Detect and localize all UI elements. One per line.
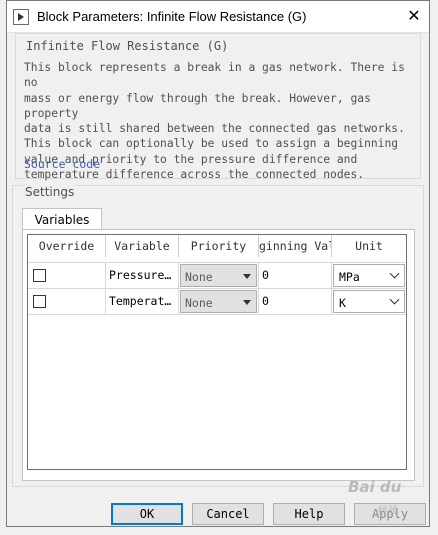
beginning-value: 0 bbox=[262, 294, 269, 308]
override-cell bbox=[28, 263, 106, 288]
variables-table: Override Variable Priority ginning Val U… bbox=[27, 234, 407, 470]
help-button[interactable]: Help bbox=[273, 503, 345, 525]
priority-cell: None bbox=[179, 263, 259, 288]
triangle-down-icon bbox=[243, 274, 251, 279]
chevron-down-icon bbox=[389, 294, 400, 305]
column-header-unit[interactable]: Unit bbox=[332, 235, 406, 257]
variables-panel: Override Variable Priority ginning Val U… bbox=[22, 229, 415, 481]
variable-cell[interactable]: Pressure… bbox=[106, 263, 179, 288]
settings-label: Settings bbox=[23, 185, 77, 199]
description-panel: Infinite Flow Resistance (G) This block … bbox=[15, 33, 421, 181]
table-row: Temperat… None 0 K bbox=[28, 288, 406, 314]
block-name-heading: Infinite Flow Resistance (G) bbox=[26, 39, 229, 53]
table-row: Pressure… None 0 MPa bbox=[28, 262, 406, 288]
beginning-value: 0 bbox=[262, 268, 269, 282]
priority-dropdown[interactable]: None bbox=[180, 264, 257, 287]
cancel-button[interactable]: Cancel bbox=[192, 503, 264, 525]
variable-name: Temperat… bbox=[109, 294, 172, 308]
ok-button[interactable]: OK bbox=[111, 503, 183, 525]
simulink-block-icon bbox=[13, 9, 29, 25]
source-code-link[interactable]: Source code bbox=[24, 157, 100, 171]
watermark-logo: Bai du bbox=[348, 478, 402, 496]
unit-value: MPa bbox=[339, 270, 360, 284]
priority-dropdown[interactable]: None bbox=[180, 290, 257, 313]
chevron-down-icon bbox=[389, 268, 400, 279]
priority-value: None bbox=[185, 270, 213, 284]
variable-cell[interactable]: Temperat… bbox=[106, 289, 179, 314]
unit-dropdown[interactable]: MPa bbox=[333, 264, 405, 287]
column-header-override[interactable]: Override bbox=[28, 235, 106, 257]
unit-dropdown[interactable]: K bbox=[333, 290, 405, 313]
baidu-watermark: Bai du 经验 bbox=[348, 478, 428, 522]
override-checkbox[interactable] bbox=[33, 269, 46, 282]
unit-cell: K bbox=[332, 289, 406, 314]
beginning-value-cell[interactable]: 0 bbox=[259, 289, 332, 314]
column-header-variable[interactable]: Variable bbox=[106, 235, 179, 257]
column-header-beginning-value[interactable]: ginning Val bbox=[259, 235, 332, 257]
table-bottom-rule bbox=[28, 314, 406, 315]
triangle-down-icon bbox=[243, 300, 251, 305]
block-parameters-dialog: Block Parameters: Infinite Flow Resistan… bbox=[6, 0, 430, 527]
tab-variables[interactable]: Variables bbox=[22, 208, 102, 230]
priority-value: None bbox=[185, 296, 213, 310]
close-icon[interactable]: ✕ bbox=[399, 1, 429, 31]
override-cell bbox=[28, 289, 106, 314]
unit-value: K bbox=[339, 296, 346, 310]
settings-group: Settings Variables Override Variable Pri… bbox=[12, 185, 424, 487]
override-checkbox[interactable] bbox=[33, 295, 46, 308]
priority-cell: None bbox=[179, 289, 259, 314]
unit-cell: MPa bbox=[332, 263, 406, 288]
variable-name: Pressure… bbox=[109, 268, 172, 282]
column-header-priority[interactable]: Priority bbox=[179, 235, 259, 257]
watermark-subtext: 经验 bbox=[378, 506, 398, 517]
beginning-value-cell[interactable]: 0 bbox=[259, 263, 332, 288]
window-title: Block Parameters: Infinite Flow Resistan… bbox=[37, 9, 307, 24]
title-bar[interactable]: Block Parameters: Infinite Flow Resistan… bbox=[7, 1, 429, 33]
